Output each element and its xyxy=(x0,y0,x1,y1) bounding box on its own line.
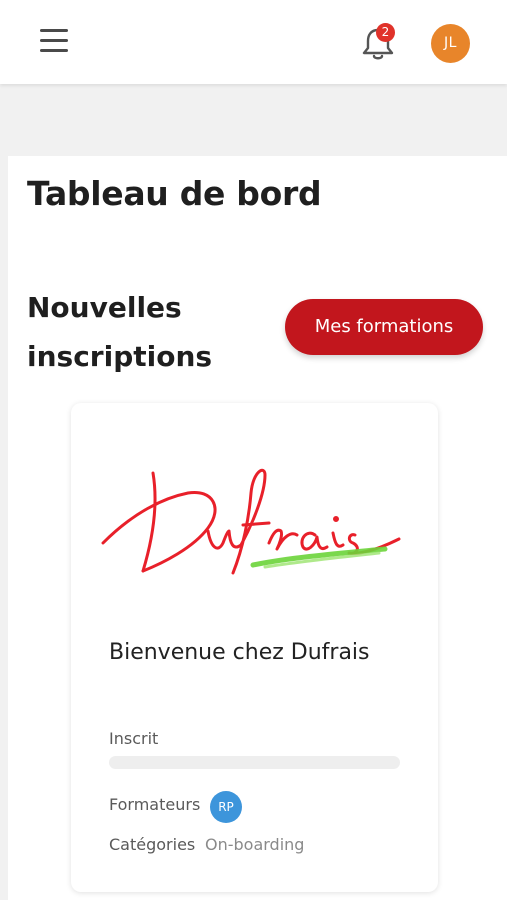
page-title: Tableau de bord xyxy=(27,174,322,213)
course-card[interactable]: Bienvenue chez Dufrais Inscrit Formateur… xyxy=(71,403,438,892)
hamburger-menu-icon[interactable] xyxy=(40,29,68,53)
notification-count-badge: 2 xyxy=(376,23,395,42)
category-value: On-boarding xyxy=(205,835,305,854)
trainers-label: Formateurs xyxy=(109,795,201,814)
menu-line xyxy=(40,39,68,42)
course-title: Bienvenue chez Dufrais xyxy=(109,640,370,665)
dufrais-logo xyxy=(101,469,401,575)
menu-line xyxy=(40,49,68,52)
my-trainings-button[interactable]: Mes formations xyxy=(285,299,483,355)
notifications-button[interactable]: 2 xyxy=(360,23,396,63)
page-left-edge xyxy=(0,156,8,900)
categories-label: Catégories xyxy=(109,835,196,854)
course-progress-bar xyxy=(109,756,400,769)
header-band xyxy=(0,84,507,156)
enrollment-status: Inscrit xyxy=(109,729,159,748)
top-app-bar: 2 JL xyxy=(0,0,507,84)
menu-line xyxy=(40,29,68,32)
trainer-avatar[interactable]: RP xyxy=(210,791,242,823)
section-title: Nouvelles inscriptions xyxy=(27,291,213,373)
user-avatar[interactable]: JL xyxy=(431,24,470,63)
